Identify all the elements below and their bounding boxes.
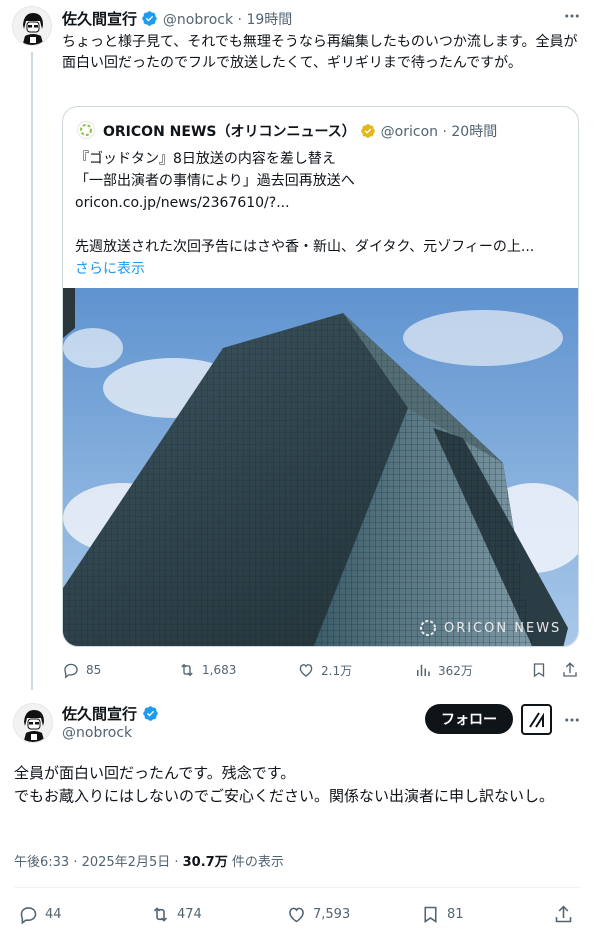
retweet-count: 474 [177, 907, 202, 922]
share-icon [563, 662, 577, 677]
quote-time: 20時間 [451, 124, 498, 140]
like-action[interactable]: 2.1万 [297, 661, 352, 679]
more-icon[interactable] [563, 7, 581, 25]
verified-badge-icon [142, 11, 158, 26]
grok-button[interactable] [521, 704, 552, 735]
oricon-watermark-icon [420, 620, 436, 636]
follow-button[interactable]: フォロー [425, 704, 513, 734]
views-count: 362万 [438, 663, 473, 678]
quote-display-name: ORICON NEWS（オリコンニュース） [103, 124, 356, 140]
retweet-action[interactable]: 474 [150, 904, 202, 925]
quote-line-2: 「一部出演者の事情により」過去回再放送へ [75, 173, 355, 189]
post-timestamp[interactable]: 午後6:33 · 2025年2月5日 · [14, 855, 183, 870]
share-action[interactable] [561, 661, 579, 679]
main-text-line-2: でもお蔵入りにはしないのでご安心ください。関係ない出演者に申し訳ないし。 [14, 787, 555, 805]
like-count: 2.1万 [321, 663, 353, 678]
timestamp[interactable]: 19時間 [246, 12, 292, 28]
heart-icon [299, 664, 313, 677]
main-author: 佐久間宣行 [62, 703, 159, 724]
building-photo [63, 288, 578, 646]
like-count: 7,593 [313, 907, 351, 922]
retweet-icon [181, 663, 193, 677]
thread-line [31, 52, 33, 690]
grok-icon [528, 711, 544, 728]
separator-dot: · [237, 12, 242, 28]
reply-header: 佐久間宣行 @nobrock · 19時間 [62, 8, 562, 28]
bookmark-action[interactable] [530, 661, 548, 679]
display-name[interactable]: 佐久間宣行 [62, 10, 137, 28]
views-label: 件の表示 [227, 855, 284, 870]
main-text-line-1: 全員が面白い回だったんです。残念です。 [14, 764, 296, 782]
reply-action[interactable]: 44 [18, 904, 62, 925]
views-count: 30.7万 [182, 855, 228, 870]
bookmark-action[interactable]: 81 [420, 904, 464, 925]
bookmark-icon [533, 663, 545, 678]
quote-header: ORICON NEWS（オリコンニュース） @oricon · 20時間 [103, 121, 573, 141]
tweet-text: ちょっと様子見て、それでも無理そうなら再編集したものいつか流します。全員が面白い… [62, 34, 578, 71]
image-watermark: ORICON NEWS [418, 616, 578, 640]
tweet-meta: 午後6:33 · 2025年2月5日 · 30.7万 件の表示 [14, 851, 284, 870]
more-icon[interactable] [563, 711, 581, 729]
main-tweet-text: 全員が面白い回だったんです。残念です。 でもお蔵入りにはしないのでご安心ください… [14, 762, 574, 808]
reply-icon [20, 907, 37, 925]
quote-line-3: 先週放送された次回予告にはさや香・新山、ダイタク、元ゾフィーの上... [75, 239, 535, 255]
views-action[interactable]: 362万 [414, 661, 473, 679]
oricon-logo-icon [77, 121, 95, 139]
verified-badge-icon [143, 706, 158, 721]
quote-url[interactable]: oricon.co.jp/news/2367610/?... [75, 192, 570, 214]
show-more-link[interactable]: さらに表示 [75, 258, 570, 280]
retweet-count: 1,683 [202, 663, 237, 677]
reply-icon [64, 663, 78, 679]
quote-handle: @oricon [380, 124, 439, 140]
like-action[interactable]: 7,593 [286, 904, 350, 925]
retweet-action[interactable]: 1,683 [178, 661, 236, 679]
verified-gold-badge-icon [361, 124, 376, 138]
quoted-tweet-card[interactable]: ORICON NEWS（オリコンニュース） @oricon · 20時間 『ゴッ… [62, 106, 579, 647]
reply-count: 44 [45, 907, 62, 922]
quote-image[interactable]: ORICON NEWS [63, 288, 578, 646]
reply-action[interactable]: 85 [62, 661, 101, 679]
share-icon [555, 905, 572, 923]
display-name[interactable]: 佐久間宣行 [62, 705, 137, 723]
bookmark-count: 81 [447, 907, 464, 922]
handle[interactable]: @nobrock [62, 725, 132, 741]
separator-dot: · [442, 124, 447, 140]
retweet-icon [153, 907, 168, 922]
avatar[interactable] [13, 703, 53, 743]
bookmark-icon [424, 906, 437, 923]
quote-line-1: 『ゴッドタン』8日放送の内容を差し替え [75, 151, 336, 167]
avatar[interactable] [12, 6, 52, 46]
reply-count: 85 [86, 663, 102, 677]
watermark-text: ORICON NEWS [444, 620, 562, 636]
share-action[interactable] [553, 904, 574, 925]
handle[interactable]: @nobrock [163, 12, 233, 28]
quote-body: 『ゴッドタン』8日放送の内容を差し替え 「一部出演者の事情により」過去回再放送へ… [75, 148, 570, 280]
heart-icon [289, 907, 304, 923]
divider [14, 887, 581, 888]
views-chart-icon [417, 664, 430, 676]
